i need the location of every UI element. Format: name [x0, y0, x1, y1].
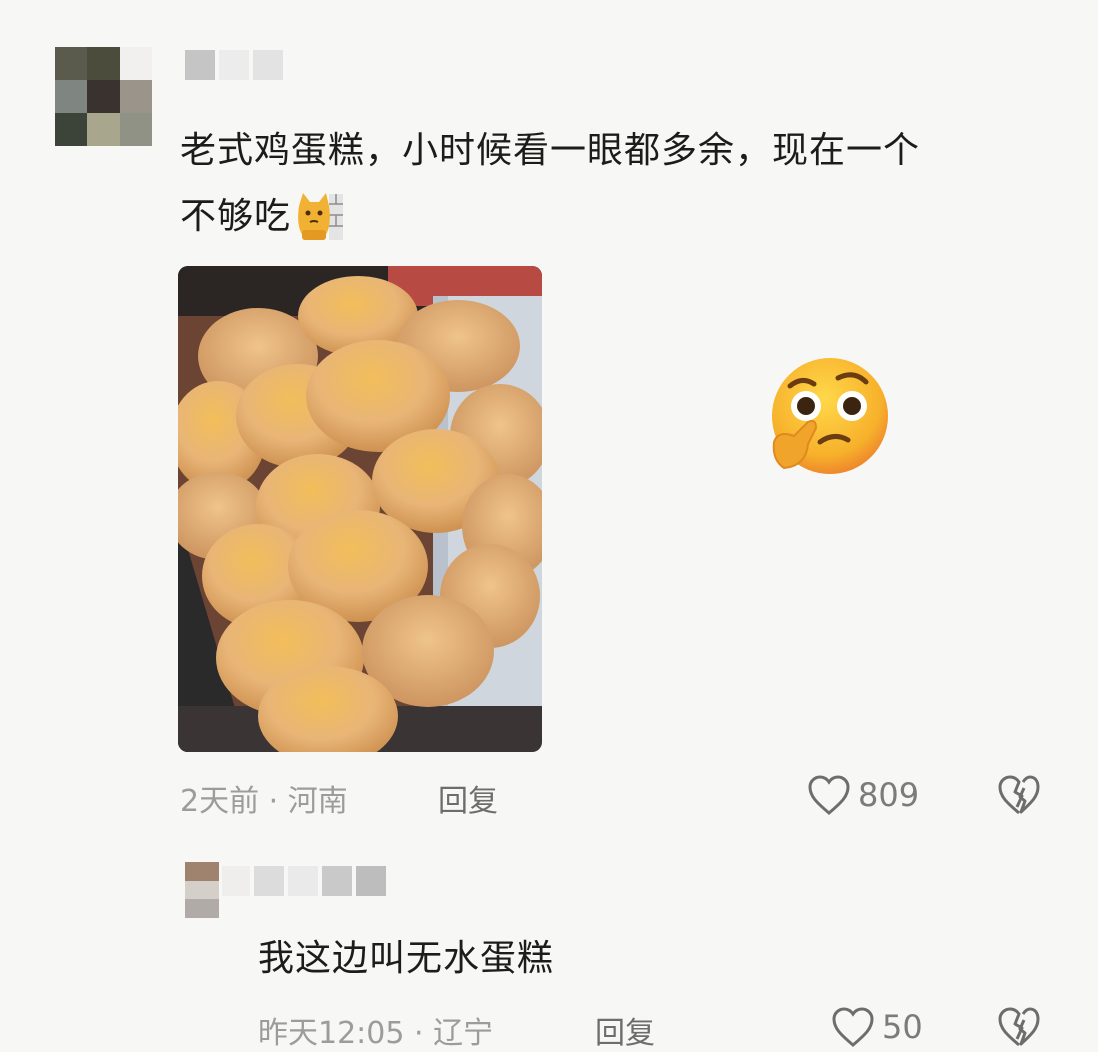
reply-like-count: 50 [882, 1008, 923, 1046]
comment-text-line1: 老式鸡蛋糕，小时候看一眼都多余，现在一个 [180, 130, 921, 171]
reply-time-location: 昨天12:05 · 辽宁 [258, 1016, 494, 1051]
reply-reply-button[interactable]: 回复 [595, 1008, 655, 1052]
comment-like-button[interactable]: 809 [806, 774, 919, 816]
cat-wall-emoji-icon [298, 193, 344, 240]
comment-text-line2-wrap: 不够吃 [180, 188, 345, 246]
reply-text: 我这边叫无水蛋糕 [258, 938, 555, 979]
reply-username[interactable] [222, 866, 386, 896]
heart-icon [832, 1007, 874, 1047]
reply-avatar[interactable] [185, 862, 219, 918]
comment-like-count: 809 [858, 776, 920, 814]
comment-time-location: 2天前 · 河南 [180, 784, 348, 819]
egg-cakes-photo[interactable] [178, 266, 542, 752]
heart-icon [808, 775, 850, 815]
thinking-face-emoji [772, 358, 888, 474]
comment-reply-button[interactable]: 回复 [438, 776, 498, 820]
reply-like-button[interactable]: 50 [830, 1006, 923, 1048]
avatar[interactable] [55, 47, 152, 146]
comment-text-line2: 不够吃 [180, 196, 292, 237]
broken-heart-icon[interactable] [996, 774, 1042, 816]
broken-heart-icon[interactable] [996, 1006, 1042, 1048]
username[interactable] [185, 50, 283, 80]
